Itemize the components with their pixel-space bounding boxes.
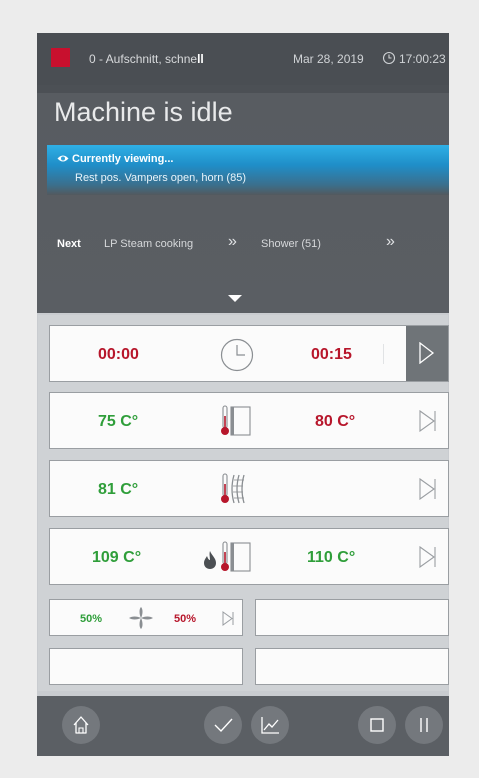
current-step: Rest pos. Vampers open, horn (85) [75,172,246,184]
home-button[interactable] [62,706,100,744]
heating-temp-current: 109 C° [92,549,142,566]
timer-current: 00:00 [98,346,139,363]
empty-slot[interactable] [49,648,243,685]
chart-button[interactable] [251,706,289,744]
play-next-icon[interactable] [419,410,437,432]
play-next-icon[interactable] [419,546,437,568]
header: 0 - Aufschnitt, schnell Mar 28, 2019 17:… [37,33,449,313]
stop-button[interactable] [358,706,396,744]
fan-icon [129,607,153,629]
eye-icon [57,155,69,162]
empty-slot[interactable] [255,648,449,685]
viewing-title-text: Currently viewing... [72,153,174,165]
timer-target[interactable]: 00:15 [311,346,352,364]
fan-speed-card[interactable]: 50% 50% [49,599,243,636]
core-probe-icon [221,473,245,504]
chart-icon [261,717,279,734]
clock-icon [220,338,254,372]
top-bar: 0 - Aufschnitt, schnell Mar 28, 2019 17:… [37,33,449,85]
double-chevron-icon: » [228,233,237,250]
pause-icon [420,718,428,732]
currently-viewing-title: Currently viewing... [57,153,173,165]
fan-speed-current: 50% [80,613,103,625]
core-temp-current: 81 C° [98,481,139,498]
device-frame: 0 - Aufschnitt, schnell Mar 28, 2019 17:… [37,33,449,756]
program-name-text: 0 - Aufschnitt, schne [89,52,198,66]
fan-speed-target[interactable]: 50% [174,613,196,625]
play-next-icon[interactable] [222,611,234,626]
expand-triangle-icon[interactable] [228,295,242,302]
clock-icon [382,51,396,65]
core-temperature-row[interactable]: 81 C° [49,460,449,517]
time: 17:00:23 [399,52,446,66]
thermometer-door-icon [221,405,251,436]
play-icon [419,342,435,364]
play-next-icon[interactable] [419,478,437,500]
chamber-temperature-row[interactable]: 75 C° 80 C° [49,392,449,449]
confirm-button[interactable] [204,706,242,744]
thermometer-door-icon [221,541,251,572]
stop-icon [370,718,384,732]
program-name[interactable]: 0 - Aufschnitt, schnell [89,52,204,66]
pause-button[interactable] [405,706,443,744]
heating-temperature-row[interactable]: 109 C° 110 C° [49,528,449,585]
next-step-2[interactable]: Shower (51) [261,238,321,250]
heating-temp-target[interactable]: 110 C° [307,549,355,567]
double-chevron-icon[interactable]: » [386,233,395,251]
chamber-temp-target[interactable]: 80 C° [315,413,355,431]
home-icon [73,716,89,734]
next-step-1[interactable]: LP Steam cooking [104,238,193,250]
timer-start-button[interactable] [406,326,448,381]
bottom-toolbar [37,696,449,756]
check-icon [214,718,233,733]
date: Mar 28, 2019 [293,52,364,66]
next-label: Next [57,238,81,250]
chamber-temp-current: 75 C° [98,413,139,430]
program-name-bold: ll [197,52,204,66]
divider [383,344,384,364]
machine-status: Machine is idle [54,97,233,127]
timer-row[interactable]: 00:00 00:15 [49,325,449,382]
control-panel: 00:00 00:15 75 C° 80 C° 81 C° 109 C° 110… [38,315,449,691]
program-status-indicator[interactable] [51,48,70,67]
flame-icon [204,551,216,569]
empty-slot[interactable] [255,599,449,636]
currently-viewing-box[interactable]: Currently viewing... Rest pos. Vampers o… [47,145,449,195]
